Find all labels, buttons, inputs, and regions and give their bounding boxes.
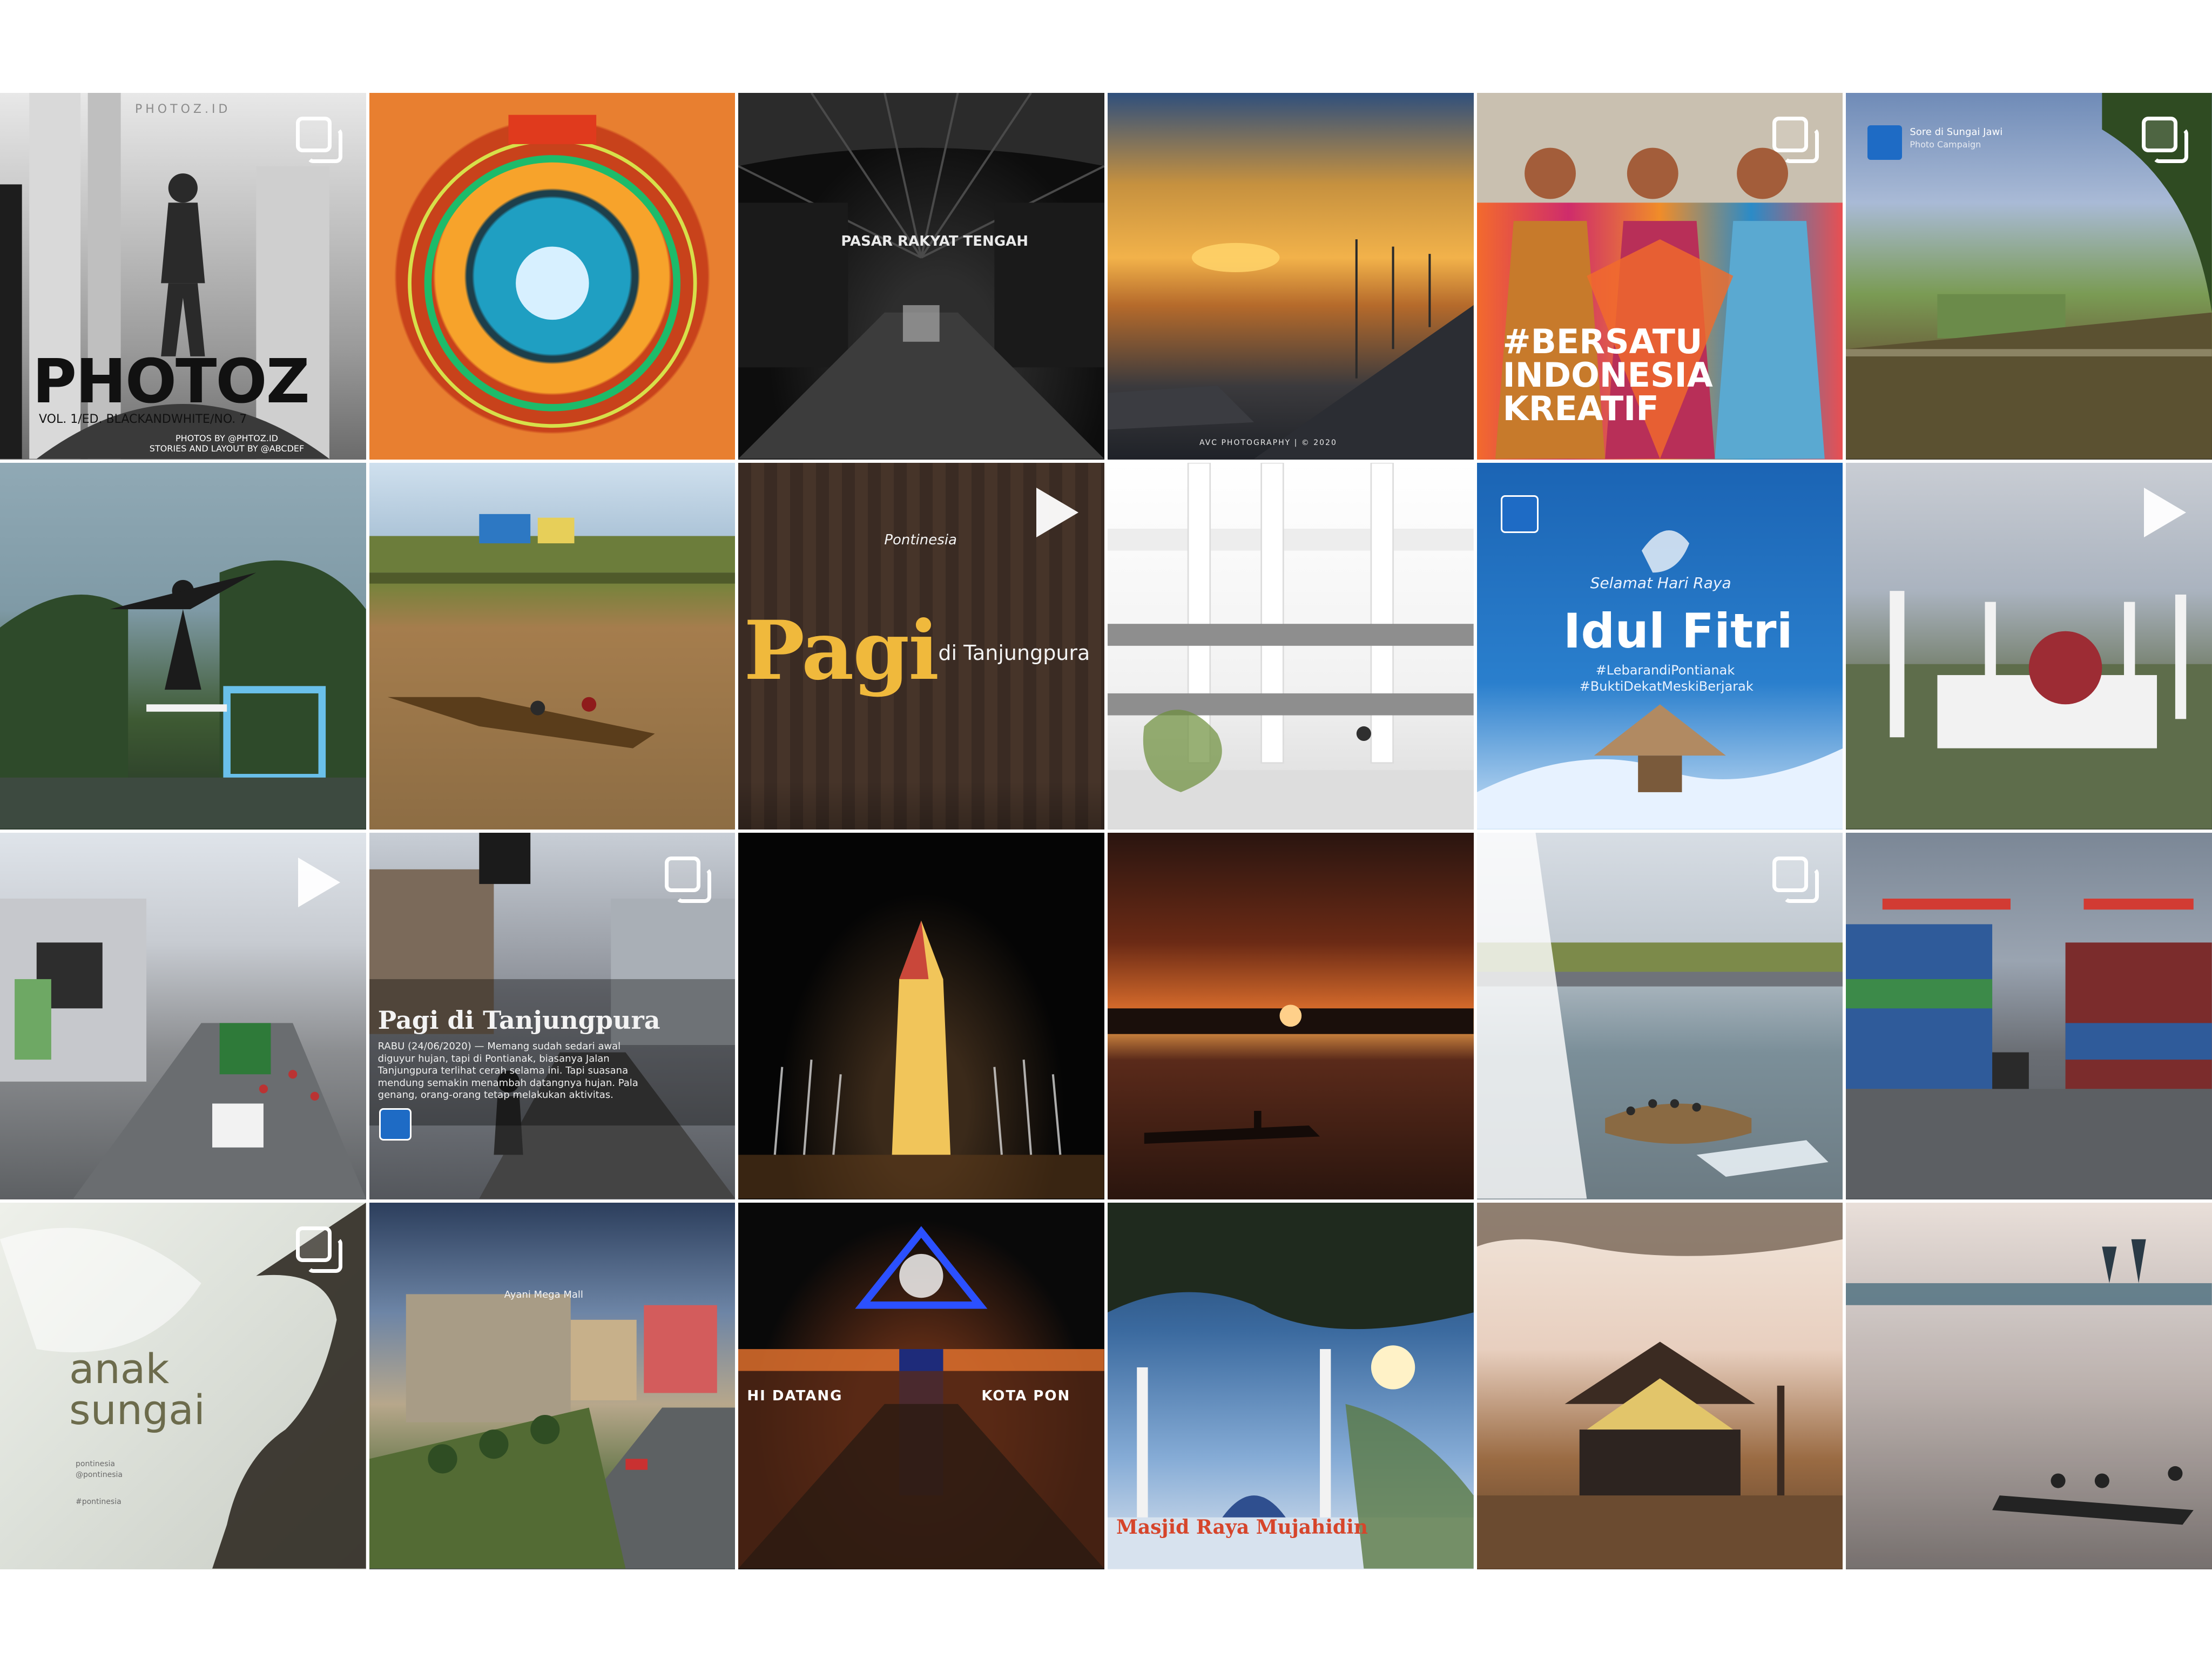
anak-title-line-2: sungai (69, 1386, 205, 1434)
grid-tile-river-kids[interactable] (1846, 1203, 2212, 1569)
carousel-icon (1772, 117, 1819, 163)
photo-credit: AVC PHOTOGRAPHY | © 2020 (1199, 439, 1337, 447)
play-icon (1036, 488, 1078, 537)
idul-fitri-title: Idul Fitri (1563, 603, 1793, 659)
anak-meta-2: @pontinesia (76, 1471, 123, 1479)
grid-tile-river-cafe[interactable] (1476, 833, 1843, 1199)
grid-tile-bersatu[interactable]: #BERSATU INDONESIA KREATIF (1476, 93, 1843, 460)
photo-image (1108, 1203, 1474, 1569)
tile-small-title: Sore di Sungai Jawi (1910, 126, 2003, 138)
top-small-text: PHOTOZ.ID (135, 103, 231, 116)
grid-tile-street-traffic[interactable] (0, 833, 366, 1199)
gate-banner-left: HI DATANG (747, 1388, 843, 1404)
grid-tile-port[interactable] (1846, 833, 2212, 1199)
photo-image (1846, 898, 2212, 1199)
campaign-line-2: INDONESIA (1502, 355, 1713, 395)
tile-title: PHOTOZ (32, 347, 310, 417)
photo-grid: PHOTOZ.ID PHOTOZ VOL. 1/ED. BLACKANDWHIT… (0, 93, 2212, 1569)
grid-tile-photoz[interactable]: PHOTOZ.ID PHOTOZ VOL. 1/ED. BLACKANDWHIT… (0, 93, 366, 460)
article-body: RABU (24/06/2020) — Memang sudah sedari … (377, 1041, 638, 1101)
anak-title: anak sungai (69, 1348, 205, 1431)
mosque-sign: Masjid Raya Mujahidin (1116, 1516, 1368, 1539)
campaign-line-1: #BERSATU (1502, 322, 1703, 361)
bottom-gradient (738, 781, 1104, 830)
photo-image (407, 114, 697, 428)
grid-tile-market[interactable]: PASAR RAKYAT TENGAH (738, 93, 1104, 460)
grid-tile-river-boat[interactable] (369, 463, 736, 830)
campaign-text: #BERSATU INDONESIA KREATIF (1503, 325, 1713, 426)
grid-tile-mall[interactable]: Ayani Mega Mall (369, 1203, 736, 1569)
grid-tile-sunset-canoe[interactable] (1108, 833, 1474, 1199)
carousel-icon (1772, 857, 1819, 903)
hashtag-2: #BuktiDekatMeskiBerjarak (1579, 679, 1754, 694)
market-sign: PASAR RAKYAT TENGAH (841, 233, 1029, 249)
grid-tile-anak-sungai[interactable]: anak sungai pontinesia @pontinesia #pont… (0, 1203, 366, 1569)
grid-tile-sunset-river[interactable]: AVC PHOTOGRAPHY | © 2020 (1108, 93, 1474, 460)
campaign-line-3: KREATIF (1502, 389, 1659, 428)
gate-banner-right: KOTA PON (981, 1388, 1071, 1404)
anak-meta-3: #pontinesia (76, 1498, 122, 1506)
photo-image (738, 920, 1104, 1199)
photo-image (1108, 239, 1474, 459)
grid-tile-sore-sungai-jawi[interactable]: Sore di Sungai Jawi Photo Campaign (1846, 93, 2212, 460)
carousel-icon (295, 1226, 342, 1273)
photo-image (738, 1226, 1104, 1569)
pagi-subtitle: di Tanjungpura (938, 641, 1090, 665)
play-icon (298, 858, 340, 907)
article-title: Pagi di Tanjungpura (377, 1006, 660, 1035)
grid-tile-traditional-mosque[interactable] (1476, 1203, 1843, 1569)
brand-logo-icon (1500, 495, 1539, 533)
photo-image (369, 514, 736, 748)
mall-sign: Ayani Mega Mall (504, 1289, 583, 1300)
anak-title-line-1: anak (69, 1345, 170, 1393)
brand-logo-icon (1867, 125, 1903, 160)
grid-tile-pagi[interactable]: Pontinesia Pagi di Tanjungpura (738, 463, 1104, 830)
photo-image (1108, 1004, 1474, 1144)
grid-tile-white-building[interactable] (1108, 463, 1474, 830)
tile-subtitle: VOL. 1/ED. BLACKANDWHITE/NO. 7 (39, 413, 247, 426)
tile-small-subtitle: Photo Campaign (1910, 139, 1981, 150)
grid-tile-night-fountain[interactable] (738, 833, 1104, 1199)
carousel-icon (2142, 117, 2188, 163)
grid-tile-night-gate[interactable]: HI DATANG KOTA PON (738, 1203, 1104, 1569)
tile-credits: PHOTOS BY @PHTOZ.ID STORIES AND LAYOUT B… (149, 433, 305, 454)
brand-logo-icon (379, 1108, 412, 1141)
play-icon (2144, 488, 2186, 537)
grid-tile-idul-fitri[interactable]: Selamat Hari Raya Idul Fitri #LebarandiP… (1476, 463, 1843, 830)
photo-image (1108, 463, 1474, 829)
photo-image (1846, 1239, 2212, 1569)
grid-tile-pagi-article[interactable]: Pagi di Tanjungpura RABU (24/06/2020) — … (369, 833, 736, 1199)
photo-image (738, 93, 1104, 459)
grid-tile-skateboarder[interactable] (0, 463, 366, 830)
carousel-icon (295, 117, 342, 163)
pagi-title: Pagi (744, 603, 939, 698)
grid-tile-light-trails[interactable] (369, 93, 736, 460)
hashtag-1: #LebarandiPontianak (1595, 663, 1735, 678)
carousel-icon (665, 857, 712, 903)
photo-image (369, 1294, 736, 1569)
anak-meta-1: pontinesia (76, 1460, 115, 1468)
grid-tile-mosque-tree[interactable]: Masjid Raya Mujahidin (1108, 1203, 1474, 1569)
photo-image (0, 560, 366, 829)
grid-tile-mosque-aerial[interactable] (1846, 463, 2212, 830)
greeting-script: Selamat Hari Raya (1590, 574, 1731, 592)
brand-text: Pontinesia (884, 532, 957, 548)
photo-image (1476, 1203, 1843, 1569)
